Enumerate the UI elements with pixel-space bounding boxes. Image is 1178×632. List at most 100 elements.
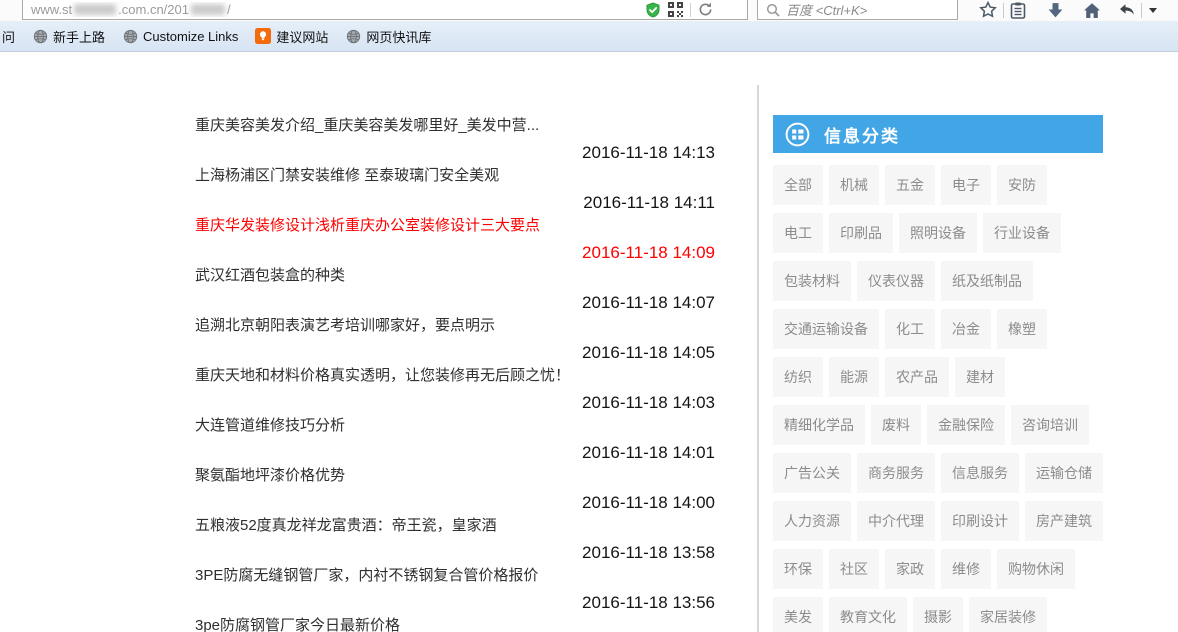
article-title-link[interactable]: 3PE防腐无缝钢管厂家，内衬不锈钢复合管价格报价: [195, 565, 715, 590]
url-redacted-blur: [74, 4, 116, 15]
sidebar-header: 信息分类: [773, 115, 1103, 153]
article-timestamp: 2016-11-18 14:05: [195, 340, 715, 365]
category-button[interactable]: 广告公关: [773, 453, 851, 493]
article-title-link[interactable]: 重庆天地和材料价格真实透明，让您装修再无后顾之忧！: [195, 365, 715, 390]
article-title-link[interactable]: 上海杨浦区门禁安装维修 至泰玻璃门安全美观: [195, 165, 715, 190]
category-button[interactable]: 中介代理: [857, 501, 935, 541]
category-button[interactable]: 全部: [773, 165, 823, 205]
category-button[interactable]: 印刷品: [829, 213, 893, 253]
category-row: 交通运输设备化工冶金橡塑: [773, 309, 1103, 349]
category-button[interactable]: 五金: [885, 165, 935, 205]
url-redacted-blur: [191, 4, 225, 15]
article-row: 五粮液52度真龙祥龙富贵酒：帝王瓷，皇家酒2016-11-18 13:58: [195, 515, 715, 565]
category-button[interactable]: 照明设备: [899, 213, 977, 253]
category-button[interactable]: 维修: [941, 549, 991, 589]
bookmark-item[interactable]: 建议网站: [255, 27, 328, 46]
article-title-link[interactable]: 聚氨酯地坪漆价格优势: [195, 465, 715, 490]
category-button[interactable]: 电工: [773, 213, 823, 253]
dropdown-caret-icon[interactable]: [1149, 8, 1157, 13]
article-title-link[interactable]: 大连管道维修技巧分析: [195, 415, 715, 440]
category-button[interactable]: 安防: [997, 165, 1047, 205]
category-button[interactable]: 纸及纸制品: [941, 261, 1033, 301]
category-button[interactable]: 教育文化: [829, 597, 907, 632]
category-button[interactable]: 橡塑: [997, 309, 1047, 349]
category-row: 全部机械五金电子安防: [773, 165, 1103, 205]
category-button[interactable]: 金融保险: [927, 405, 1005, 445]
article-title-link[interactable]: 重庆美容美发介绍_重庆美容美发哪里好_美发中营...: [195, 115, 715, 140]
page: www.st .com.cn/201 /: [0, 0, 1178, 632]
grid-circle-icon: [784, 121, 811, 148]
category-button[interactable]: 摄影: [913, 597, 963, 632]
category-button[interactable]: 仪表仪器: [857, 261, 935, 301]
article-title-link[interactable]: 武汉红酒包装盒的种类: [195, 265, 715, 290]
category-button[interactable]: 电子: [941, 165, 991, 205]
category-grid: 全部机械五金电子安防电工印刷品照明设备行业设备包装材料仪表仪器纸及纸制品交通运输…: [773, 165, 1103, 632]
category-button[interactable]: 建材: [955, 357, 1005, 397]
category-button[interactable]: 家政: [885, 549, 935, 589]
article-title-link[interactable]: 3pe防腐钢管厂家今日最新价格: [195, 615, 715, 632]
category-button[interactable]: 房产建筑: [1025, 501, 1103, 541]
bookmark-label: 问: [2, 27, 15, 46]
category-button[interactable]: 商务服务: [857, 453, 935, 493]
search-placeholder: 百度 <Ctrl+K>: [786, 0, 867, 19]
category-button[interactable]: 运输仓储: [1025, 453, 1103, 493]
category-button[interactable]: 家居装修: [969, 597, 1047, 632]
toolbar-separator: [1141, 3, 1142, 18]
category-button[interactable]: 购物休闲: [997, 549, 1075, 589]
bookmark-item[interactable]: 新手上路: [32, 27, 105, 46]
bookmark-label: 建议网站: [276, 27, 328, 46]
article-title-link[interactable]: 追溯北京朝阳表演艺考培训哪家好，要点明示: [195, 315, 715, 340]
bookmark-item[interactable]: 网页快讯库: [345, 27, 431, 46]
bookmark-item[interactable]: 问: [2, 27, 15, 46]
url-text: www.st .com.cn/201 /: [31, 2, 645, 17]
category-button[interactable]: 咨询培训: [1011, 405, 1089, 445]
category-button[interactable]: 纺织: [773, 357, 823, 397]
category-button[interactable]: 美发: [773, 597, 823, 632]
article-row: 大连管道维修技巧分析2016-11-18 14:01: [195, 415, 715, 465]
reload-icon[interactable]: [698, 2, 713, 17]
category-row: 电工印刷品照明设备行业设备: [773, 213, 1103, 253]
article-title-link[interactable]: 重庆华发装修设计浅析重庆办公室装修设计三大要点: [195, 215, 715, 240]
undo-icon[interactable]: [1118, 1, 1136, 19]
article-row: 追溯北京朝阳表演艺考培训哪家好，要点明示2016-11-18 14:05: [195, 315, 715, 365]
category-button[interactable]: 信息服务: [941, 453, 1019, 493]
article-row: 武汉红酒包装盒的种类2016-11-18 14:07: [195, 265, 715, 315]
category-button[interactable]: 环保: [773, 549, 823, 589]
category-button[interactable]: 农产品: [885, 357, 949, 397]
article-row: 3pe防腐钢管厂家今日最新价格: [195, 615, 715, 632]
download-icon[interactable]: [1046, 1, 1064, 19]
address-bar-icons: [645, 2, 741, 18]
bookmarks-clipboard-icon[interactable]: [1009, 1, 1027, 19]
category-button[interactable]: 化工: [885, 309, 935, 349]
category-button[interactable]: 能源: [829, 357, 879, 397]
category-button[interactable]: 机械: [829, 165, 879, 205]
category-row: 纺织能源农产品建材: [773, 357, 1103, 397]
category-button[interactable]: 交通运输设备: [773, 309, 879, 349]
category-button[interactable]: 精细化学品: [773, 405, 865, 445]
category-button[interactable]: 包装材料: [773, 261, 851, 301]
bookmarks-bar: 问新手上路 Customize Links 建议网站网页快讯库: [0, 21, 1178, 52]
article-title-link[interactable]: 五粮液52度真龙祥龙富贵酒：帝王瓷，皇家酒: [195, 515, 715, 540]
article-row: 重庆美容美发介绍_重庆美容美发哪里好_美发中营...2016-11-18 14:…: [195, 115, 715, 165]
category-button[interactable]: 人力资源: [773, 501, 851, 541]
address-bar-separator: [690, 3, 691, 17]
home-icon[interactable]: [1083, 1, 1101, 19]
category-row: 人力资源中介代理印刷设计房产建筑: [773, 501, 1103, 541]
article-timestamp: 2016-11-18 14:07: [195, 290, 715, 315]
category-button[interactable]: 印刷设计: [941, 501, 1019, 541]
article-timestamp: 2016-11-18 14:03: [195, 390, 715, 415]
address-bar[interactable]: www.st .com.cn/201 /: [22, 0, 748, 20]
category-button[interactable]: 冶金: [941, 309, 991, 349]
qr-code-icon[interactable]: [668, 2, 683, 17]
url-fragment: /: [227, 2, 231, 17]
category-button[interactable]: 社区: [829, 549, 879, 589]
star-icon[interactable]: [979, 1, 997, 19]
bookmark-item[interactable]: Customize Links: [122, 28, 238, 44]
search-box[interactable]: 百度 <Ctrl+K>: [757, 0, 958, 20]
article-timestamp: 2016-11-18 14:11: [195, 190, 715, 215]
article-timestamp: 2016-11-18 13:58: [195, 540, 715, 565]
security-shield-icon[interactable]: [645, 2, 661, 18]
category-button[interactable]: 废料: [871, 405, 921, 445]
category-button[interactable]: 行业设备: [983, 213, 1061, 253]
category-row: 广告公关商务服务信息服务运输仓储: [773, 453, 1103, 493]
